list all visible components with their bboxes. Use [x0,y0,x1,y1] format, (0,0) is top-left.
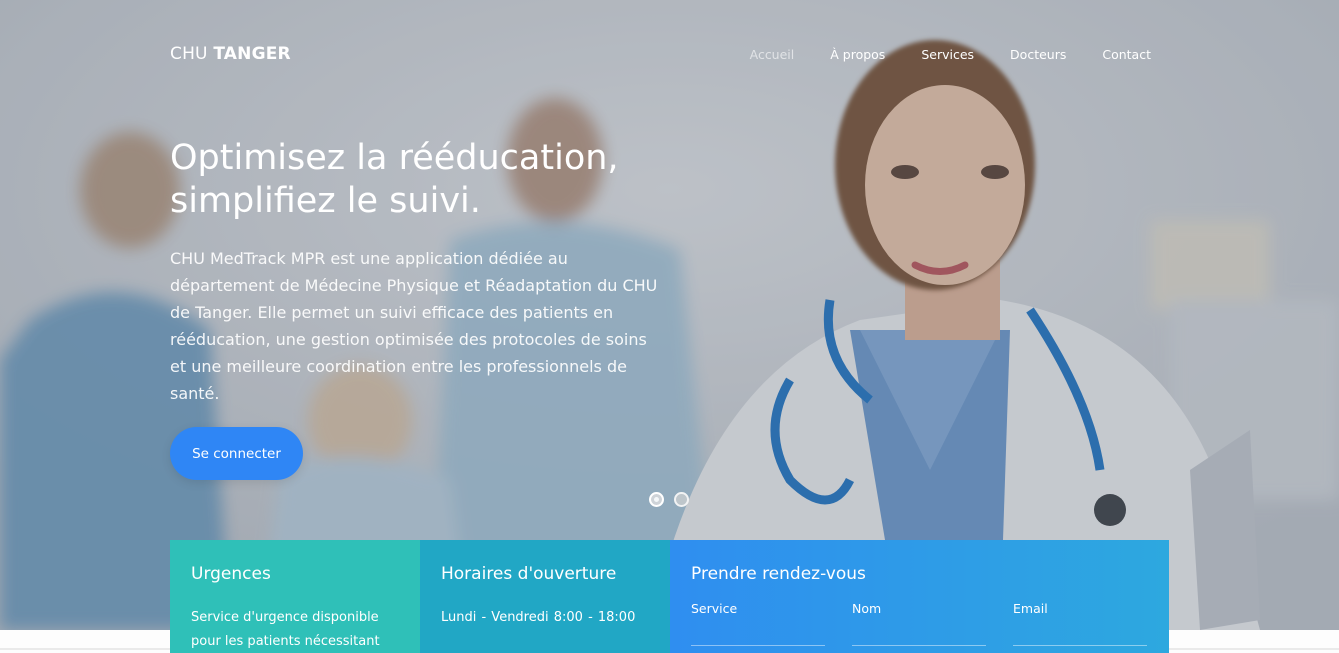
carousel-dot-1[interactable] [649,492,664,507]
info-boxes: Urgences Service d'urgence disponible po… [170,540,1169,653]
service-label: Service [691,601,738,616]
email-label: Email [1013,601,1048,616]
login-button[interactable]: Se connecter [170,427,303,480]
hero-section: CHU TANGER Accueil À propos Services Doc… [0,0,1339,630]
nav-accueil[interactable]: Accueil [750,47,795,62]
rendez-vous-form: Service Nom Email [691,601,1148,646]
service-underline [691,645,825,646]
headline-line-1: Optimisez la rééducation, [170,138,619,178]
urgences-text: Service d'urgence disponible pour les pa… [191,610,380,649]
brand-bold: TANGER [213,44,291,64]
brand-light: CHU [170,44,208,64]
nav-services[interactable]: Services [921,47,974,62]
hero-description: CHU MedTrack MPR est une application déd… [170,249,658,403]
nav-docteurs[interactable]: Docteurs [1010,47,1066,62]
horaires-title: Horaires d'ouverture [441,564,617,584]
rendez-vous-box: Prendre rendez-vous Service Nom Email [670,540,1169,653]
nav-contact[interactable]: Contact [1102,47,1151,62]
urgences-title: Urgences [191,564,271,584]
hero-headline: Optimisez la rééducation, simplifiez le … [170,137,690,223]
email-field[interactable]: Email [1013,601,1147,646]
carousel-dots [649,492,689,507]
nav-a-propos[interactable]: À propos [830,47,885,62]
horaires-line-1: Lundi - Vendredi 8:00 - 18:00 [441,610,636,625]
headline-line-2: simplifiez le suivi. [170,181,481,221]
urgences-box: Urgences Service d'urgence disponible po… [170,540,420,653]
email-underline [1013,645,1147,646]
nom-field[interactable]: Nom [852,601,986,646]
brand-logo[interactable]: CHU TANGER [170,44,291,64]
service-field[interactable]: Service [691,601,825,646]
horaires-box: Horaires d'ouverture Lundi - Vendredi 8:… [420,540,670,653]
nom-underline [852,645,986,646]
carousel-dot-2[interactable] [674,492,689,507]
main-nav: Accueil À propos Services Docteurs Conta… [750,47,1151,62]
nom-label: Nom [852,601,882,616]
rendez-vous-title: Prendre rendez-vous [691,564,866,584]
